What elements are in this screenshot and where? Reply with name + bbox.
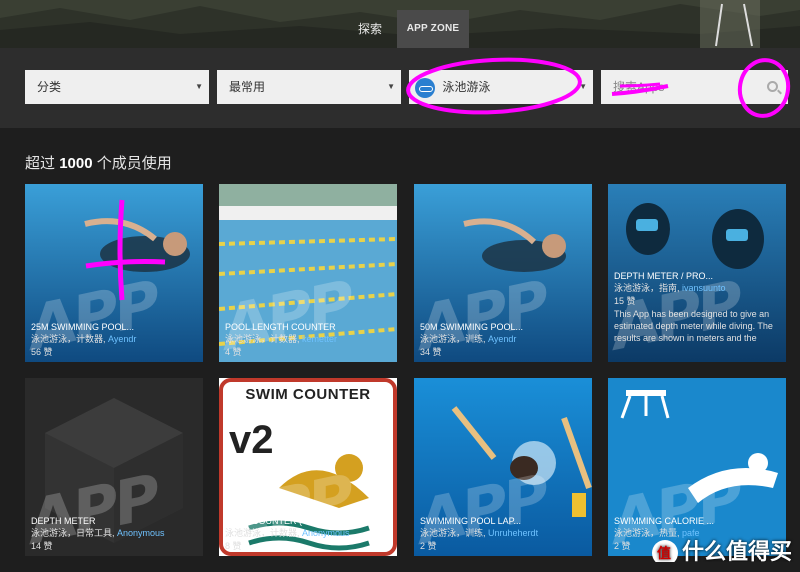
app-title: SWIMMING POOL LAP... [420,516,522,526]
watermark-text: 什么值得买 [681,538,792,564]
app-card[interactable]: APP SWIMMING CALORIE ... 泳池游泳，热量, pafe 2… [608,378,786,556]
app-author-link[interactable]: Anonymous [117,528,165,538]
app-meta: 泳池游泳，日常工具, Anonymous [31,527,197,540]
app-card[interactable]: APP DEPTH METER / PRO... 泳池游泳，指南, ivansu… [608,184,786,362]
app-tags: 泳池游泳，日常工具, [31,528,115,538]
top-navigation: 探索 APP ZONE [0,0,800,48]
footer-strip [0,562,800,572]
app-tags: 泳池游泳，训练, [420,334,486,344]
app-tags: 泳池游泳，训练, [420,528,486,538]
app-meta: 泳池游泳，计数器, Anonymous [225,527,391,540]
app-likes: 14 赞 [31,541,53,551]
dropdown-arrow-icon: ▼ [195,82,203,91]
app-title: DEPTH METER [31,516,96,526]
tab-app-zone[interactable]: APP ZONE [397,10,469,48]
app-meta: 泳池游泳，计数器, Ayendr [31,333,197,346]
app-likes: 15 赞 [614,296,636,306]
app-meta: 泳池游泳，指南, ivansuunto [614,282,780,295]
app-author-link[interactable]: kemetter [302,334,337,344]
app-title: POOL LENGTH COUNTER [225,322,336,332]
app-likes: 4 赞 [225,347,242,357]
search-input[interactable]: 搜索Apps [601,70,788,104]
app-title: 25M SWIMMING POOL... [31,322,135,332]
section-heading: 超过 1000 个成员使用 [25,152,172,173]
swimming-icon [415,77,435,98]
app-likes: 56 赞 [31,347,53,357]
category-select[interactable]: 分类 ▼ [25,70,209,104]
heading-count: 1000 [59,155,93,172]
sort-select-value: 最常用 [229,80,266,94]
app-author-link[interactable]: Unruheherdt [488,528,538,538]
app-card[interactable]: APP DEPTH METER 泳池游泳，日常工具, Anonymous 14 … [25,378,203,556]
heading-prefix: 超过 [25,155,56,172]
app-meta: 泳池游泳，计数器, kemetter [225,333,391,346]
app-title: 50M SWIMMING POOL... [420,322,524,332]
app-likes: 2 赞 [420,541,437,551]
app-tags: 泳池游泳，计数器, [225,334,300,344]
app-card[interactable]: APP 25M SWIMMING POOL... 泳池游泳，计数器, Ayend… [25,184,203,362]
app-author-link[interactable]: Anonymous [302,528,350,538]
sort-select[interactable]: 最常用 ▼ [217,70,401,104]
app-meta: 泳池游泳，训练, Unruheherdt [420,527,586,540]
search-placeholder: 搜索Apps [613,80,665,94]
activity-select[interactable]: 泳池游泳 ▼ [409,70,593,104]
app-card[interactable]: APP 50M SWIMMING POOL... 泳池游泳，训练, Ayendr… [414,184,592,362]
filter-bar: 分类 ▼ 最常用 ▼ 泳池游泳 ▼ 搜索Apps [0,48,800,128]
app-tags: 泳池游泳，计数器, [31,334,106,344]
category-select-value: 分类 [37,80,62,94]
app-title: SWIMMING CALORIE ... [614,516,715,526]
app-card[interactable]: APP SWIMMING POOL LAP... 泳池游泳，训练, Unruhe… [414,378,592,556]
heading-suffix: 个成员使用 [96,155,172,172]
app-author-link[interactable]: Ayendr [108,334,136,344]
app-title: DEPTH METER / PRO... [614,271,714,281]
app-description: This App has been designed to give an es… [614,309,773,343]
app-card[interactable]: APP POOL LENGTH COUNTER 泳池游泳，计数器, kemett… [219,184,397,362]
tab-explore[interactable]: 探索 [345,10,395,48]
swim-counter-logo-version: v2 [229,418,274,462]
app-title: SWIM COUNTER (V2) [225,516,316,526]
search-icon[interactable] [767,81,778,92]
dropdown-arrow-icon: ▼ [387,82,395,91]
app-author-link[interactable]: Ayendr [488,334,516,344]
activity-select-value: 泳池游泳 [442,80,491,94]
dropdown-arrow-icon: ▼ [579,82,587,91]
app-meta: 泳池游泳，训练, Ayendr [420,333,586,346]
swim-counter-logo-title: SWIM COUNTER [245,386,371,403]
app-likes: 8 赞 [225,541,242,551]
app-likes: 34 赞 [420,347,442,357]
app-author-link[interactable]: ivansuunto [682,283,726,293]
app-tags: 泳池游泳，指南, [614,283,680,293]
app-card[interactable]: SWIM COUNTER v2 APP SWIM COUNTER (V2) 泳池… [219,378,397,556]
app-tags: 泳池游泳，计数器, [225,528,300,538]
